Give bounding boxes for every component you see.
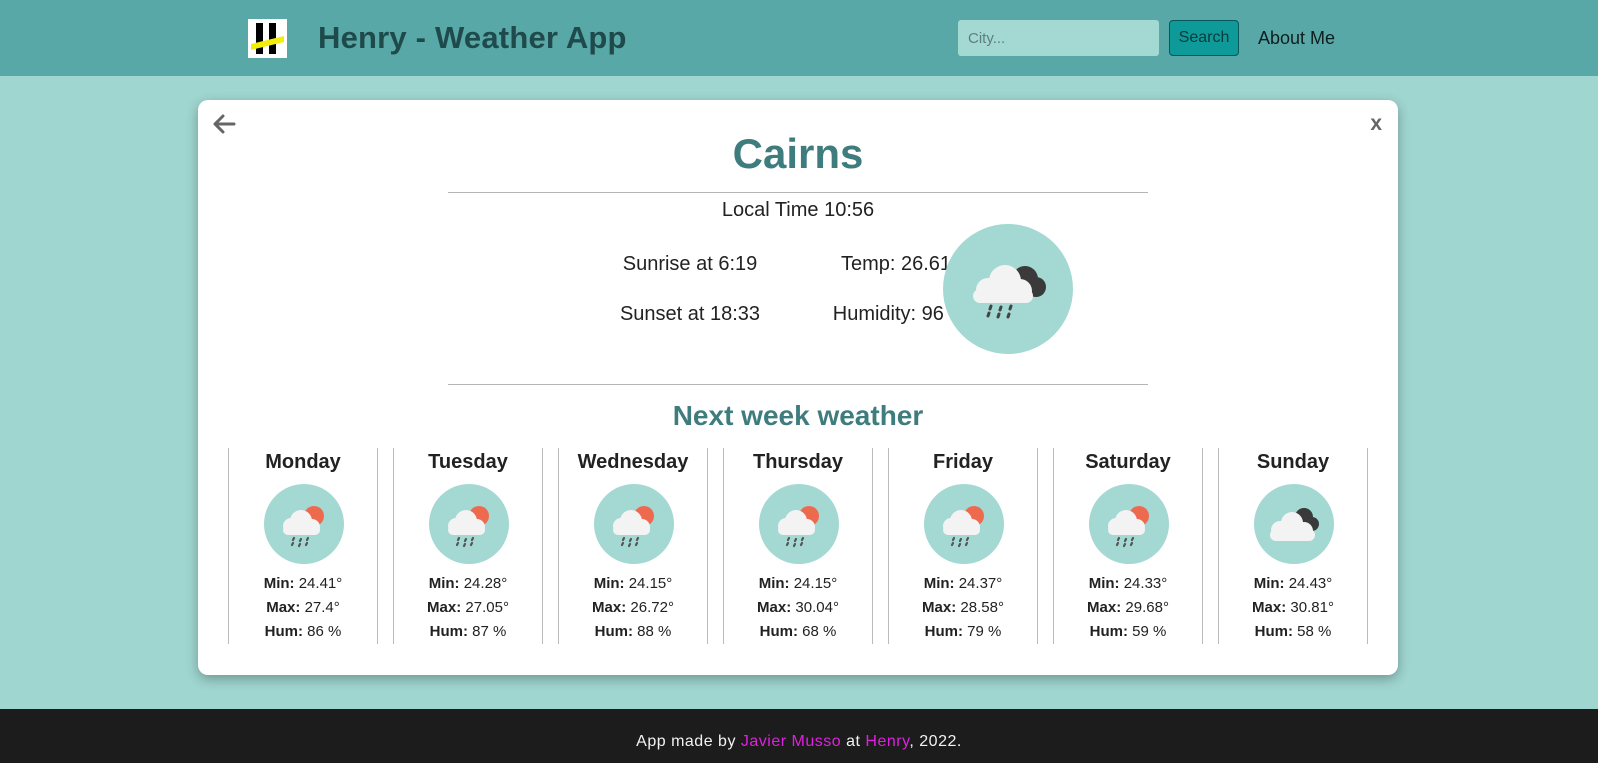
- sun-rain-cloud-icon: [429, 484, 509, 564]
- day-max-temp: Max: 29.68°: [1087, 599, 1169, 616]
- day-forecast-monday: Monday Min: 24.41° Max: 27.4° Hum: 86 %: [228, 448, 378, 644]
- app-title: Henry - Weather App: [318, 20, 627, 55]
- day-forecast-saturday: Saturday Min: 24.33° Max: 29.68° Hum: 59…: [1053, 448, 1203, 644]
- navbar: Henry - Weather App Search About Me: [0, 0, 1598, 76]
- local-time: Local Time 10:56: [721, 199, 875, 221]
- sun-rain-cloud-icon: [759, 484, 839, 564]
- sunset-time: Sunset at 18:33: [619, 303, 761, 325]
- day-humidity: Hum: 59 %: [1089, 623, 1167, 640]
- week-forecast-title: Next week weather: [672, 400, 924, 431]
- day-name: Friday: [932, 451, 994, 473]
- day-max-temp: Max: 27.05°: [427, 599, 509, 616]
- day-humidity: Hum: 58 %: [1254, 623, 1332, 640]
- sun-rain-cloud-icon: [264, 484, 344, 564]
- day-min-temp: Min: 24.15°: [758, 575, 838, 592]
- sun-rain-cloud-icon: [1089, 484, 1169, 564]
- about-me-link[interactable]: About Me: [1258, 28, 1335, 49]
- footer-credits: App made by Javier Musso at Henry, 2022.: [636, 733, 962, 750]
- sun-rain-cloud-icon: [594, 484, 674, 564]
- day-name: Thursday: [752, 451, 844, 473]
- henry-link[interactable]: Henry: [865, 733, 909, 750]
- day-humidity: Hum: 79 %: [924, 623, 1002, 640]
- day-humidity: Hum: 68 %: [759, 623, 837, 640]
- day-min-temp: Min: 24.28°: [428, 575, 508, 592]
- day-name: Sunday: [1256, 451, 1330, 473]
- day-name: Saturday: [1085, 451, 1171, 473]
- day-forecast-friday: Friday Min: 24.37° Max: 28.58° Hum: 79 %: [888, 448, 1038, 644]
- author-link[interactable]: Javier Musso: [741, 733, 841, 750]
- day-name: Wednesday: [577, 451, 689, 473]
- day-name: Tuesday: [428, 451, 508, 473]
- day-min-temp: Min: 24.41°: [263, 575, 343, 592]
- day-humidity: Hum: 86 %: [264, 623, 342, 640]
- divider: [448, 192, 1148, 193]
- day-min-temp: Min: 24.37°: [923, 575, 1003, 592]
- day-humidity: Hum: 88 %: [594, 623, 672, 640]
- day-min-temp: Min: 24.43°: [1253, 575, 1333, 592]
- day-max-temp: Max: 26.72°: [592, 599, 674, 616]
- day-max-temp: Max: 30.81°: [1252, 599, 1334, 616]
- city-weather-card: x Cairns Local Time 10:56 Sunrise at 6:1…: [198, 100, 1398, 675]
- day-forecast-tuesday: Tuesday Min: 24.28° Max: 27.05° Hum: 87 …: [393, 448, 543, 644]
- day-forecast-sunday: Sunday Min: 24.43° Max: 30.81° Hum: 58 %: [1218, 448, 1368, 644]
- day-max-temp: Max: 30.04°: [757, 599, 839, 616]
- day-humidity: Hum: 87 %: [429, 623, 507, 640]
- search-button[interactable]: Search: [1169, 20, 1239, 56]
- day-forecast-wednesday: Wednesday Min: 24.15° Max: 26.72° Hum: 8…: [558, 448, 708, 644]
- day-name: Monday: [265, 451, 341, 473]
- day-min-temp: Min: 24.33°: [1088, 575, 1168, 592]
- day-forecast-thursday: Thursday Min: 24.15° Max: 30.04° Hum: 68…: [723, 448, 873, 644]
- sun-rain-cloud-icon: [924, 484, 1004, 564]
- day-max-temp: Max: 27.4°: [266, 599, 340, 616]
- day-max-temp: Max: 28.58°: [922, 599, 1004, 616]
- city-name: Cairns: [732, 130, 864, 177]
- footer: App made by Javier Musso at Henry, 2022.: [0, 709, 1598, 763]
- sunrise-time: Sunrise at 6:19: [622, 253, 758, 275]
- day-min-temp: Min: 24.15°: [593, 575, 673, 592]
- divider: [448, 384, 1148, 385]
- city-search-input[interactable]: [958, 20, 1159, 56]
- cloudy-icon: [1254, 484, 1334, 564]
- henry-logo-icon[interactable]: [248, 19, 287, 58]
- rain-cloud-icon: [943, 224, 1073, 354]
